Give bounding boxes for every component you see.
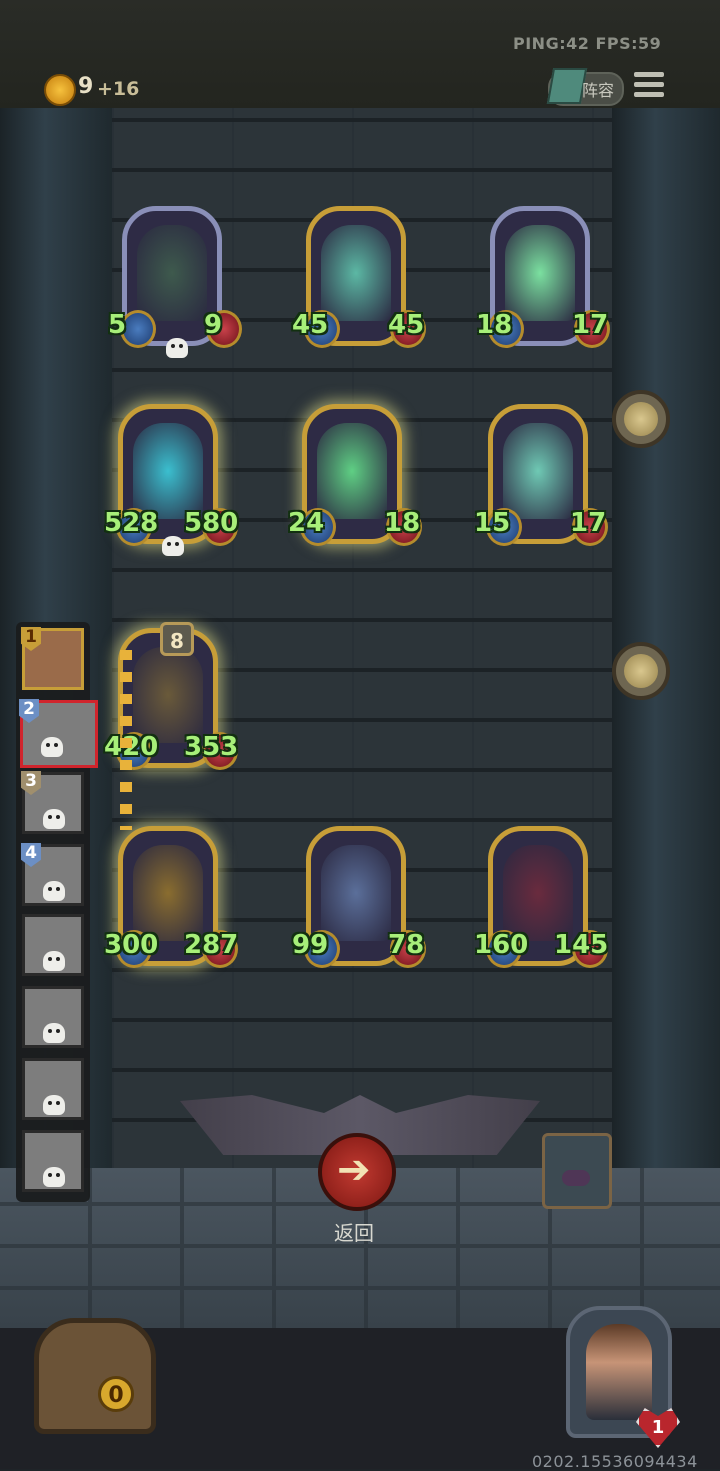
health-value: 145: [554, 930, 609, 960]
player-rank: 3: [21, 771, 41, 795]
attack-value: 300: [104, 930, 159, 960]
player-slot[interactable]: 1: [21, 627, 84, 690]
player-slot[interactable]: [22, 914, 84, 976]
back-label: 返回: [334, 1221, 374, 1245]
health-value: 9: [204, 310, 223, 340]
attack-value: 528: [104, 508, 159, 538]
skull-icon: [162, 536, 184, 556]
ping-fps-readout: PING:42 FPS:59: [513, 34, 662, 53]
player-slot[interactable]: 2: [19, 699, 98, 768]
attack-value: 18: [476, 310, 513, 340]
health-value: 17: [572, 310, 609, 340]
health-value: 287: [184, 930, 239, 960]
player-slot[interactable]: 4: [21, 843, 84, 906]
attack-value: 5: [108, 310, 127, 340]
minion-art: [133, 647, 203, 743]
health-value: 353: [184, 732, 239, 762]
minion-art: [133, 845, 203, 941]
player-slot[interactable]: [22, 986, 84, 1048]
treasure-vault-button[interactable]: [34, 1318, 156, 1434]
skull-icon: [43, 1095, 65, 1115]
health-value: 580: [184, 508, 239, 538]
player-slot[interactable]: [22, 1130, 84, 1192]
gold-income: +16: [97, 78, 140, 100]
lineup-label: 阵容: [582, 81, 615, 100]
health-value: 78: [388, 930, 425, 960]
minion-art: [505, 225, 575, 321]
minion-art: [137, 225, 207, 321]
player-slot[interactable]: 3: [21, 771, 84, 834]
gold-amount: 9: [78, 74, 94, 99]
game-id: 0202.15536094434: [532, 1452, 698, 1471]
tavern-tier-badge: 8: [160, 622, 194, 656]
skull-icon: [166, 338, 188, 358]
attack-value: 15: [474, 508, 511, 538]
gold-coin-icon: [44, 74, 76, 106]
skull-icon: [43, 881, 65, 901]
attack-value: 160: [474, 930, 529, 960]
player-rank: 1: [21, 627, 41, 651]
right-pillar: [612, 108, 720, 1168]
hero-face-icon: [586, 1324, 652, 1420]
skull-icon: [43, 1023, 65, 1043]
health-value: 17: [570, 508, 607, 538]
skull-icon: [41, 737, 63, 757]
player-rank: 2: [19, 699, 39, 723]
attack-value: 99: [292, 930, 329, 960]
scroll-button[interactable]: [612, 642, 670, 700]
skull-icon: [43, 1167, 65, 1187]
map-button[interactable]: [612, 390, 670, 448]
chest-eyes-icon: [562, 1170, 590, 1186]
treasure-count: 0: [98, 1376, 134, 1412]
player-slot[interactable]: [22, 1058, 84, 1120]
map-icon: [624, 402, 658, 436]
health-value: 18: [384, 508, 421, 538]
minion-art: [503, 845, 573, 941]
minion-art: [317, 423, 387, 519]
minion-art: [321, 845, 391, 941]
minion-art: [133, 423, 203, 519]
tier-pips: [120, 650, 132, 830]
minion-art: [321, 225, 391, 321]
skull-icon: [43, 951, 65, 971]
arrow-left-icon: ➔: [337, 1147, 371, 1193]
minion-art: [503, 423, 573, 519]
skull-icon: [43, 809, 65, 829]
health-value: 45: [388, 310, 425, 340]
menu-icon[interactable]: [634, 72, 664, 100]
attack-value: 45: [292, 310, 329, 340]
attack-value: 24: [288, 508, 325, 538]
player-rank: 4: [21, 843, 41, 867]
scroll-icon: [624, 654, 658, 688]
